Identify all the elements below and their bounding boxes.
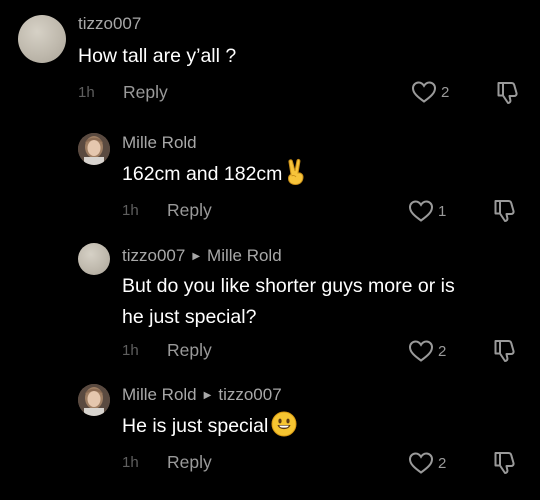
comment-time: 1h — [122, 342, 139, 359]
reply-button[interactable]: Reply — [123, 82, 168, 103]
reply-to-name[interactable]: Mille Rold — [207, 246, 282, 266]
comment-text: 162cm and 182cm — [122, 158, 308, 189]
comment-text-content: He is just special — [122, 415, 269, 437]
comment-text-line: he just special? — [122, 306, 257, 328]
like-count: 1 — [438, 202, 447, 220]
comment-text-content: How tall are y’all ? — [78, 45, 237, 67]
author-name[interactable]: tizzo007 — [78, 14, 141, 34]
comment-time: 1h — [122, 454, 139, 471]
like-button[interactable]: 2 — [411, 80, 449, 104]
reply-arrow-icon: ▶ — [203, 389, 212, 401]
heart-outline-icon — [408, 200, 434, 222]
dislike-button[interactable] — [492, 198, 518, 229]
profile-photo — [78, 384, 110, 416]
comment-author[interactable]: Mille Rold — [122, 133, 197, 153]
comment-text-content: 162cm and 182cm — [122, 163, 283, 185]
reply-button[interactable]: Reply — [167, 200, 212, 221]
heart-outline-icon — [408, 340, 434, 362]
thumbs-down-outline-icon — [497, 82, 518, 104]
author-name[interactable]: Mille Rold — [122, 385, 197, 405]
comment-text: He is just special — [122, 411, 297, 441]
avatar[interactable] — [18, 15, 66, 63]
smiling-face-emoji — [271, 411, 297, 437]
dislike-button[interactable] — [492, 338, 518, 369]
comment-author[interactable]: Mille Rold ▶ tizzo007 — [122, 385, 282, 405]
thumbs-down-outline-icon — [494, 200, 515, 222]
thumbs-down-outline-icon — [494, 452, 515, 474]
like-count: 2 — [441, 83, 450, 101]
reply-to-name[interactable]: tizzo007 — [218, 385, 281, 405]
dislike-button[interactable] — [492, 450, 518, 481]
avatar[interactable] — [78, 384, 110, 416]
reply-button[interactable]: Reply — [167, 452, 212, 473]
thumbs-down-outline-icon — [494, 340, 515, 362]
comment-text-line: But do you like shorter guys more or is — [122, 275, 455, 297]
like-count: 2 — [438, 342, 447, 360]
heart-outline-icon — [408, 452, 434, 474]
like-button[interactable]: 1 — [408, 199, 446, 223]
avatar[interactable] — [78, 133, 110, 165]
profile-photo — [78, 133, 110, 165]
heart-outline-icon — [411, 81, 437, 103]
comment-time: 1h — [122, 202, 139, 219]
comment-text: How tall are y’all ? — [78, 42, 236, 71]
author-name[interactable]: tizzo007 — [122, 246, 185, 266]
reply-arrow-icon: ▶ — [192, 250, 201, 262]
comment-author[interactable]: tizzo007 — [78, 14, 141, 34]
like-button[interactable]: 2 — [408, 451, 446, 475]
reply-button[interactable]: Reply — [167, 340, 212, 361]
comment-author[interactable]: tizzo007 ▶ Mille Rold — [122, 246, 282, 266]
avatar[interactable] — [78, 243, 110, 275]
author-name[interactable]: Mille Rold — [122, 133, 197, 153]
comment-time: 1h — [78, 84, 95, 101]
like-count: 2 — [438, 454, 447, 472]
dislike-button[interactable] — [495, 80, 521, 111]
victory-hand-emoji — [288, 158, 304, 185]
like-button[interactable]: 2 — [408, 339, 446, 363]
comment-text: But do you like shorter guys more or is … — [122, 272, 522, 332]
